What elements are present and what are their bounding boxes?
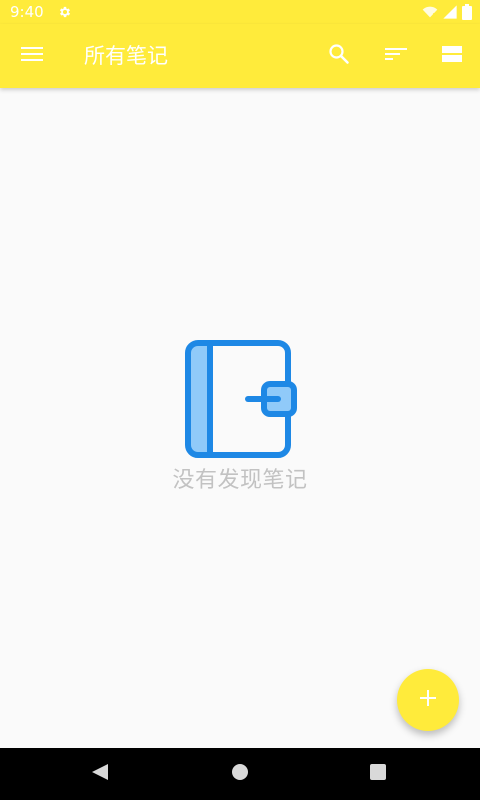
app-bar: 所有笔记 [0,24,480,88]
page-title: 所有笔记 [84,44,168,68]
plus-icon [417,687,439,713]
gear-icon [58,5,72,19]
battery-icon [462,4,472,24]
sort-icon [384,42,408,70]
status-time: 9:40 [10,3,44,21]
status-bar: 9:40 [0,0,480,24]
signal-icon [442,4,458,24]
menu-button[interactable] [12,36,52,76]
search-button[interactable] [319,36,359,76]
empty-message: 没有发现笔记 [172,468,308,493]
nav-home-button[interactable] [220,758,260,790]
search-icon [327,42,351,70]
nav-recents-button[interactable] [358,758,398,790]
system-nav-bar [0,748,480,800]
status-indicators [422,4,472,24]
add-note-button[interactable] [397,669,459,731]
nav-back-button[interactable] [80,758,120,790]
view-toggle-button[interactable] [432,36,472,76]
back-icon [90,762,110,786]
recents-icon [368,762,388,786]
view-toggle-icon [440,42,464,70]
notes-screen: 9:40 所有笔记 没有发现笔记 [0,0,480,800]
notebook-icon [182,338,302,460]
empty-state: 没有发现笔记 [0,338,480,494]
home-icon [230,762,250,786]
wifi-icon [422,4,438,24]
menu-icon [20,42,44,70]
sort-button[interactable] [376,36,416,76]
